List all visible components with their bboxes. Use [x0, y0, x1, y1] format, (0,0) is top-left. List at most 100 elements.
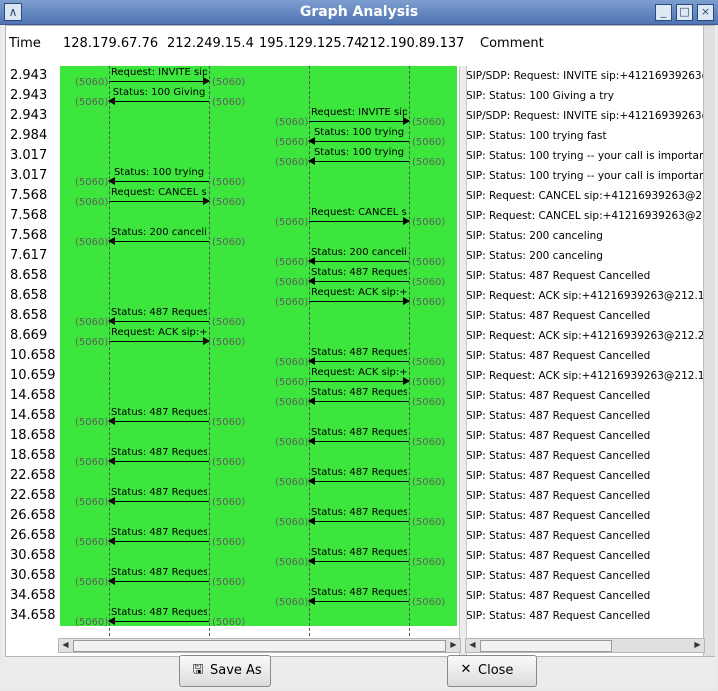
row-time[interactable]: 30.658	[10, 568, 56, 583]
save-as-button[interactable]: 🖫 Save As	[179, 655, 271, 687]
vertical-scrollbar[interactable]	[703, 26, 715, 656]
port-label: (5060)	[212, 237, 246, 248]
message-arrow[interactable]: Request: INVITE sip	[109, 67, 210, 88]
message-arrow[interactable]: Status: 100 trying	[108, 167, 209, 188]
graph-hscrollbar[interactable]: ◀ ▶	[58, 638, 461, 653]
arrow-head-icon	[203, 77, 210, 85]
arrow-head-icon	[308, 597, 315, 605]
row-time[interactable]: 22.658	[10, 468, 56, 483]
row-time[interactable]: 2.984	[10, 128, 47, 143]
message-arrow[interactable]: Status: 487 Request	[308, 387, 409, 408]
arrow-line	[109, 541, 209, 542]
message-arrow[interactable]: Status: 487 Request	[308, 547, 409, 568]
row-time[interactable]: 2.943	[10, 88, 47, 103]
arrow-line	[309, 601, 409, 602]
row-time[interactable]: 34.658	[10, 588, 56, 603]
arrow-head-icon	[108, 497, 115, 505]
row-time[interactable]: 8.658	[10, 288, 47, 303]
arrow-line	[109, 621, 209, 622]
message-arrow[interactable]: Status: 487 Request	[108, 527, 209, 548]
arrow-line	[309, 521, 409, 522]
row-time[interactable]: 18.658	[10, 448, 56, 463]
message-label: Status: 487 Request	[111, 567, 207, 578]
graph-hscroll-thumb[interactable]	[73, 640, 446, 652]
comment-text: SIP: Status: 487 Request Cancelled	[466, 550, 651, 562]
message-arrow[interactable]: Status: 487 Request	[108, 407, 209, 428]
row-time[interactable]: 18.658	[10, 428, 56, 443]
scroll-left-icon[interactable]: ◀	[467, 639, 478, 650]
row-time[interactable]: 22.658	[10, 488, 56, 503]
message-arrow[interactable]: Status: 487 Request	[108, 307, 209, 328]
comment-text: SIP: Status: 487 Request Cancelled	[466, 310, 651, 322]
message-arrow[interactable]: Status: 487 Request	[108, 607, 209, 628]
message-arrow[interactable]: Status: 487 Request	[108, 447, 209, 468]
close-window-icon[interactable]: ×	[697, 4, 714, 21]
row-time[interactable]: 7.617	[10, 248, 47, 263]
comment-hscroll-thumb[interactable]	[480, 640, 612, 652]
message-arrow[interactable]: Status: 487 Request	[108, 567, 209, 588]
arrow-line	[109, 241, 209, 242]
message-arrow[interactable]: Status: 200 canceli	[308, 247, 409, 268]
message-arrow[interactable]: Status: 100 trying	[308, 147, 409, 168]
port-label: (5060)	[412, 117, 446, 128]
message-arrow[interactable]: Status: 100 Giving	[108, 87, 209, 108]
row-time[interactable]: 14.658	[10, 408, 56, 423]
port-label: (5060)	[75, 617, 109, 628]
message-arrow[interactable]: Status: 487 Request	[108, 487, 209, 508]
row-time[interactable]: 8.658	[10, 308, 47, 323]
maximize-icon[interactable]: □	[676, 4, 693, 21]
row-time[interactable]: 8.669	[10, 328, 47, 343]
row-time[interactable]: 3.017	[10, 168, 47, 183]
message-label: Status: 487 Request	[311, 467, 407, 478]
comment-text: SIP: Status: 487 Request Cancelled	[466, 350, 651, 362]
minimize-icon[interactable]: _	[655, 4, 672, 21]
port-label: (5060)	[75, 577, 109, 588]
pane-divider[interactable]	[459, 66, 467, 656]
arrow-head-icon	[308, 517, 315, 525]
port-label: (5060)	[75, 177, 109, 188]
scroll-right-icon[interactable]: ▶	[448, 639, 459, 650]
row-time[interactable]: 2.943	[10, 68, 47, 83]
row-time[interactable]: 30.658	[10, 548, 56, 563]
row-time[interactable]: 10.659	[10, 368, 56, 383]
row-time[interactable]: 26.658	[10, 508, 56, 523]
row-time[interactable]: 26.658	[10, 528, 56, 543]
port-label: (5060)	[212, 497, 246, 508]
message-arrow[interactable]: Status: 100 trying	[308, 127, 409, 148]
message-label: Status: 487 Request	[311, 587, 407, 598]
port-label: (5060)	[275, 217, 309, 228]
arrow-head-icon	[308, 557, 315, 565]
message-arrow[interactable]: Request: CANCEL sip	[109, 187, 210, 208]
message-arrow[interactable]: Status: 487 Request	[308, 427, 409, 448]
message-arrow[interactable]: Request: ACK sip:+4	[109, 327, 210, 348]
comment-text: SIP: Status: 200 canceling	[466, 250, 603, 262]
row-time[interactable]: 10.658	[10, 348, 56, 363]
message-arrow[interactable]: Request: CANCEL sip	[309, 207, 410, 228]
message-arrow[interactable]: Request: ACK sip:+4	[309, 287, 410, 308]
message-arrow[interactable]: Status: 487 Request	[308, 587, 409, 608]
message-arrow[interactable]: Status: 200 canceli	[108, 227, 209, 248]
message-label: Request: ACK sip:+4	[311, 367, 407, 378]
row-time[interactable]: 34.658	[10, 608, 56, 623]
arrow-line	[109, 461, 209, 462]
message-arrow[interactable]: Request: ACK sip:+4	[309, 367, 410, 388]
comment-hscrollbar[interactable]: ◀ ▶	[465, 638, 705, 653]
message-arrow[interactable]: Status: 487 Request	[308, 347, 409, 368]
close-button[interactable]: ✕ Close	[447, 655, 537, 687]
scroll-right-icon[interactable]: ▶	[692, 639, 703, 650]
row-time[interactable]: 8.658	[10, 268, 47, 283]
message-arrow[interactable]: Status: 487 Request	[308, 467, 409, 488]
row-time[interactable]: 3.017	[10, 148, 47, 163]
port-label: (5060)	[275, 157, 309, 168]
port-label: (5060)	[75, 97, 109, 108]
scroll-left-icon[interactable]: ◀	[60, 639, 71, 650]
message-arrow[interactable]: Request: INVITE sip	[309, 107, 410, 128]
row-time[interactable]: 7.568	[10, 188, 47, 203]
row-time[interactable]: 7.568	[10, 208, 47, 223]
row-time[interactable]: 2.943	[10, 108, 47, 123]
message-arrow[interactable]: Status: 487 Request	[308, 507, 409, 528]
message-arrow[interactable]: Status: 487 Request	[308, 267, 409, 288]
row-time[interactable]: 14.658	[10, 388, 56, 403]
row-time[interactable]: 7.568	[10, 228, 47, 243]
lifeline-4	[409, 66, 410, 651]
